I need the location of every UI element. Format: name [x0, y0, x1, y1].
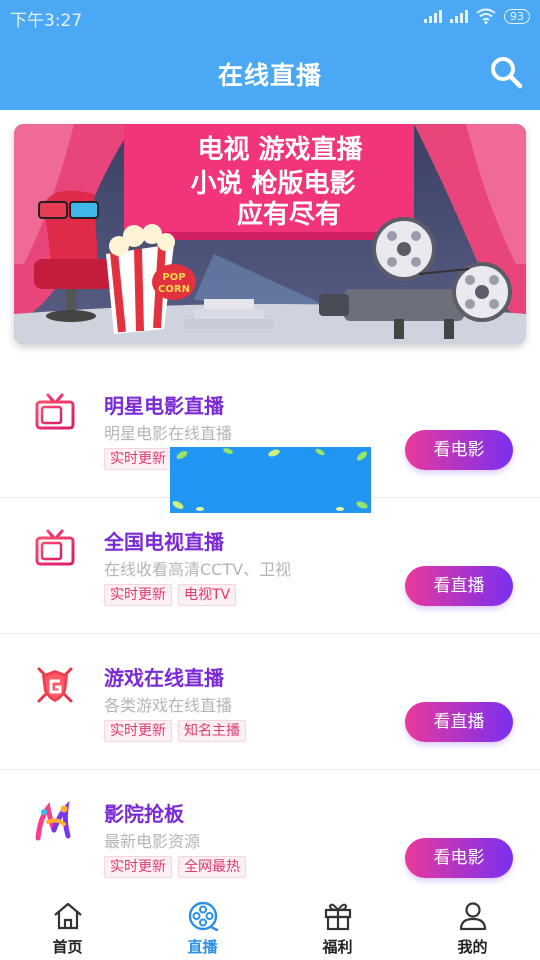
signal-icon-2 — [450, 9, 468, 23]
status-time: 下午3:27 — [10, 11, 83, 31]
banner-line-1: 电视 游戏直播 — [197, 135, 363, 165]
tv-icon — [35, 393, 75, 430]
tag-badge: 知名主播 — [178, 720, 246, 742]
item-title: 全国电视直播 — [104, 530, 224, 554]
nav-label: 我的 — [457, 938, 488, 956]
list-item-cinema[interactable]: 影院抢板 最新电影资源 实时更新 全网最热 看电影 — [0, 770, 540, 905]
signal-icon — [424, 9, 442, 23]
page-title: 在线直播 — [217, 61, 322, 90]
item-title: 游戏在线直播 — [104, 666, 224, 690]
item-title: 明星电影直播 — [104, 394, 224, 418]
tv-icon — [35, 529, 75, 566]
tag-badge: 实时更新 — [104, 584, 172, 606]
tag-badge: 实时更新 — [104, 856, 172, 878]
tag-badge: 实时更新 — [104, 720, 172, 742]
item-subtitle: 最新电影资源 — [104, 832, 201, 851]
nav-label: 直播 — [187, 938, 218, 956]
watch-movie-button[interactable]: 看电影 — [405, 838, 513, 878]
nav-label: 首页 — [52, 938, 83, 956]
item-subtitle: 各类游戏在线直播 — [104, 696, 233, 715]
wifi-icon — [476, 8, 496, 24]
home-icon — [53, 902, 82, 930]
tag-badge: 全网最热 — [178, 856, 246, 878]
item-subtitle: 在线收看高清CCTV、卫视 — [104, 560, 292, 579]
watch-movie-button[interactable]: 看电影 — [405, 430, 513, 470]
nav-live[interactable]: 直播 — [135, 892, 270, 960]
banner-line-3: 应有尽有 — [237, 199, 341, 230]
bottom-nav: 首页 直播 福利 我的 — [0, 892, 540, 960]
watch-live-button[interactable]: 看直播 — [405, 702, 513, 742]
list-item-game-live[interactable]: 游戏在线直播 各类游戏在线直播 实时更新 知名主播 看直播 — [0, 634, 540, 770]
watch-live-button[interactable]: 看直播 — [405, 566, 513, 606]
nav-welfare[interactable]: 福利 — [270, 892, 405, 960]
promo-banner[interactable]: POP CORN 电视 游戏直播 小说 枪版电影 应有尽有 — [14, 124, 526, 344]
list-item-national-tv[interactable]: 全国电视直播 在线收看高清CCTV、卫视 实时更新 电视TV 看直播 — [0, 498, 540, 634]
film-reel-icon — [188, 901, 218, 932]
game-shield-icon — [37, 667, 73, 703]
cinema-logo-icon — [35, 800, 71, 841]
banner-line-2: 小说 枪版电影 — [190, 168, 355, 199]
search-icon[interactable] — [488, 54, 524, 90]
banner-illustration: POP CORN 电视 游戏直播 小说 枪版电影 应有尽有 — [14, 124, 526, 344]
status-bar: 下午3:27 93 — [0, 0, 540, 34]
battery-indicator: 93 — [504, 8, 530, 24]
nav-label: 福利 — [322, 938, 353, 956]
projector — [344, 289, 464, 321]
item-title: 影院抢板 — [104, 802, 184, 826]
item-subtitle: 明星电影在线直播 — [104, 424, 233, 443]
user-icon — [459, 902, 486, 931]
svg-text:CORN: CORN — [158, 284, 190, 295]
svg-text:POP: POP — [162, 272, 185, 283]
nav-home[interactable]: 首页 — [0, 892, 135, 960]
title-bar: 在线直播 — [0, 34, 540, 110]
leaf-decoration — [172, 448, 368, 511]
tag-badge: 电视TV — [178, 584, 237, 606]
gift-icon — [324, 903, 351, 931]
ad-overlay[interactable] — [170, 447, 371, 513]
nav-mine[interactable]: 我的 — [405, 892, 540, 960]
tag-badge: 实时更新 — [104, 448, 172, 470]
channel-list: 明星电影直播 明星电影在线直播 实时更新 看电影 全国电视直播 在线收看高清CC… — [0, 362, 540, 905]
